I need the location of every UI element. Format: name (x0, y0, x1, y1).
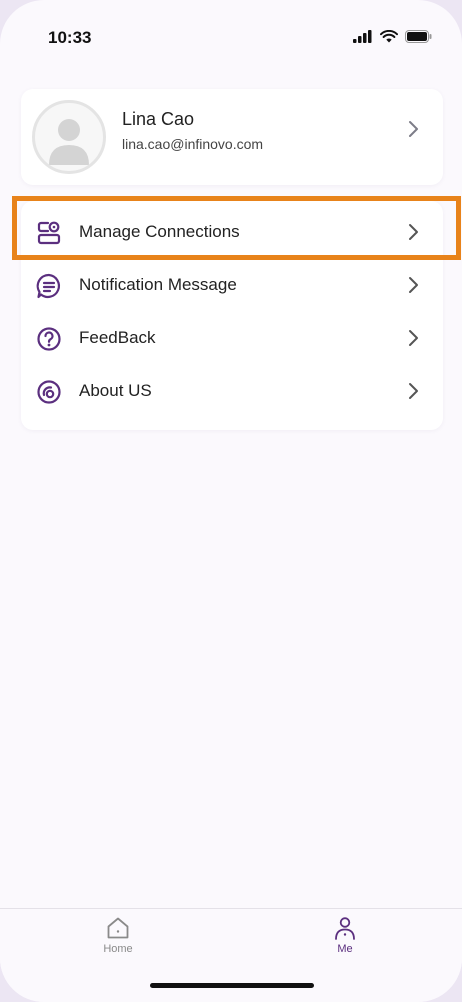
battery-icon (405, 30, 432, 43)
status-time: 10:33 (48, 28, 92, 47)
phone-screen: 10:33 Lina Cao lina.cao@infinovo.com Man… (0, 0, 462, 1002)
about-icon (37, 380, 61, 404)
connections-icon (37, 221, 61, 245)
question-icon (37, 327, 61, 351)
menu-item-label: Manage Connections (79, 222, 240, 241)
person-icon (335, 917, 355, 940)
menu-item-manage-connections[interactable]: Manage Connections (21, 206, 443, 259)
menu-item-notification-message[interactable]: Notification Message (21, 259, 443, 312)
chevron-right-icon (409, 224, 418, 240)
tab-label: Me (337, 943, 353, 955)
chevron-right-icon (409, 277, 418, 293)
tab-me[interactable]: Me (305, 915, 385, 975)
menu-item-label: About US (79, 381, 152, 400)
profile-name: Lina Cao (122, 109, 195, 129)
menu-item-label: FeedBack (79, 328, 156, 347)
status-bar: 10:33 (0, 0, 462, 60)
chevron-right-icon (409, 121, 418, 137)
menu-item-about-us[interactable]: About US (21, 365, 443, 418)
menu-item-feedback[interactable]: FeedBack (21, 312, 443, 365)
profile-card[interactable]: Lina Cao lina.cao@infinovo.com (21, 89, 443, 185)
signal-icon (353, 30, 372, 43)
profile-email: lina.cao@infinovo.com (122, 136, 264, 152)
avatar (32, 100, 106, 174)
tab-label: Home (103, 943, 133, 955)
chevron-right-icon (409, 330, 418, 346)
menu-card: Manage Connections Notification Message (21, 201, 443, 430)
message-icon (36, 273, 61, 299)
home-indicator (150, 983, 314, 988)
wifi-icon (380, 30, 398, 43)
status-icons (353, 30, 432, 43)
tab-home[interactable]: Home (78, 915, 158, 975)
menu-item-label: Notification Message (79, 275, 237, 294)
avatar-placeholder-icon (49, 119, 89, 165)
home-icon (107, 917, 129, 939)
chevron-right-icon (409, 383, 418, 399)
